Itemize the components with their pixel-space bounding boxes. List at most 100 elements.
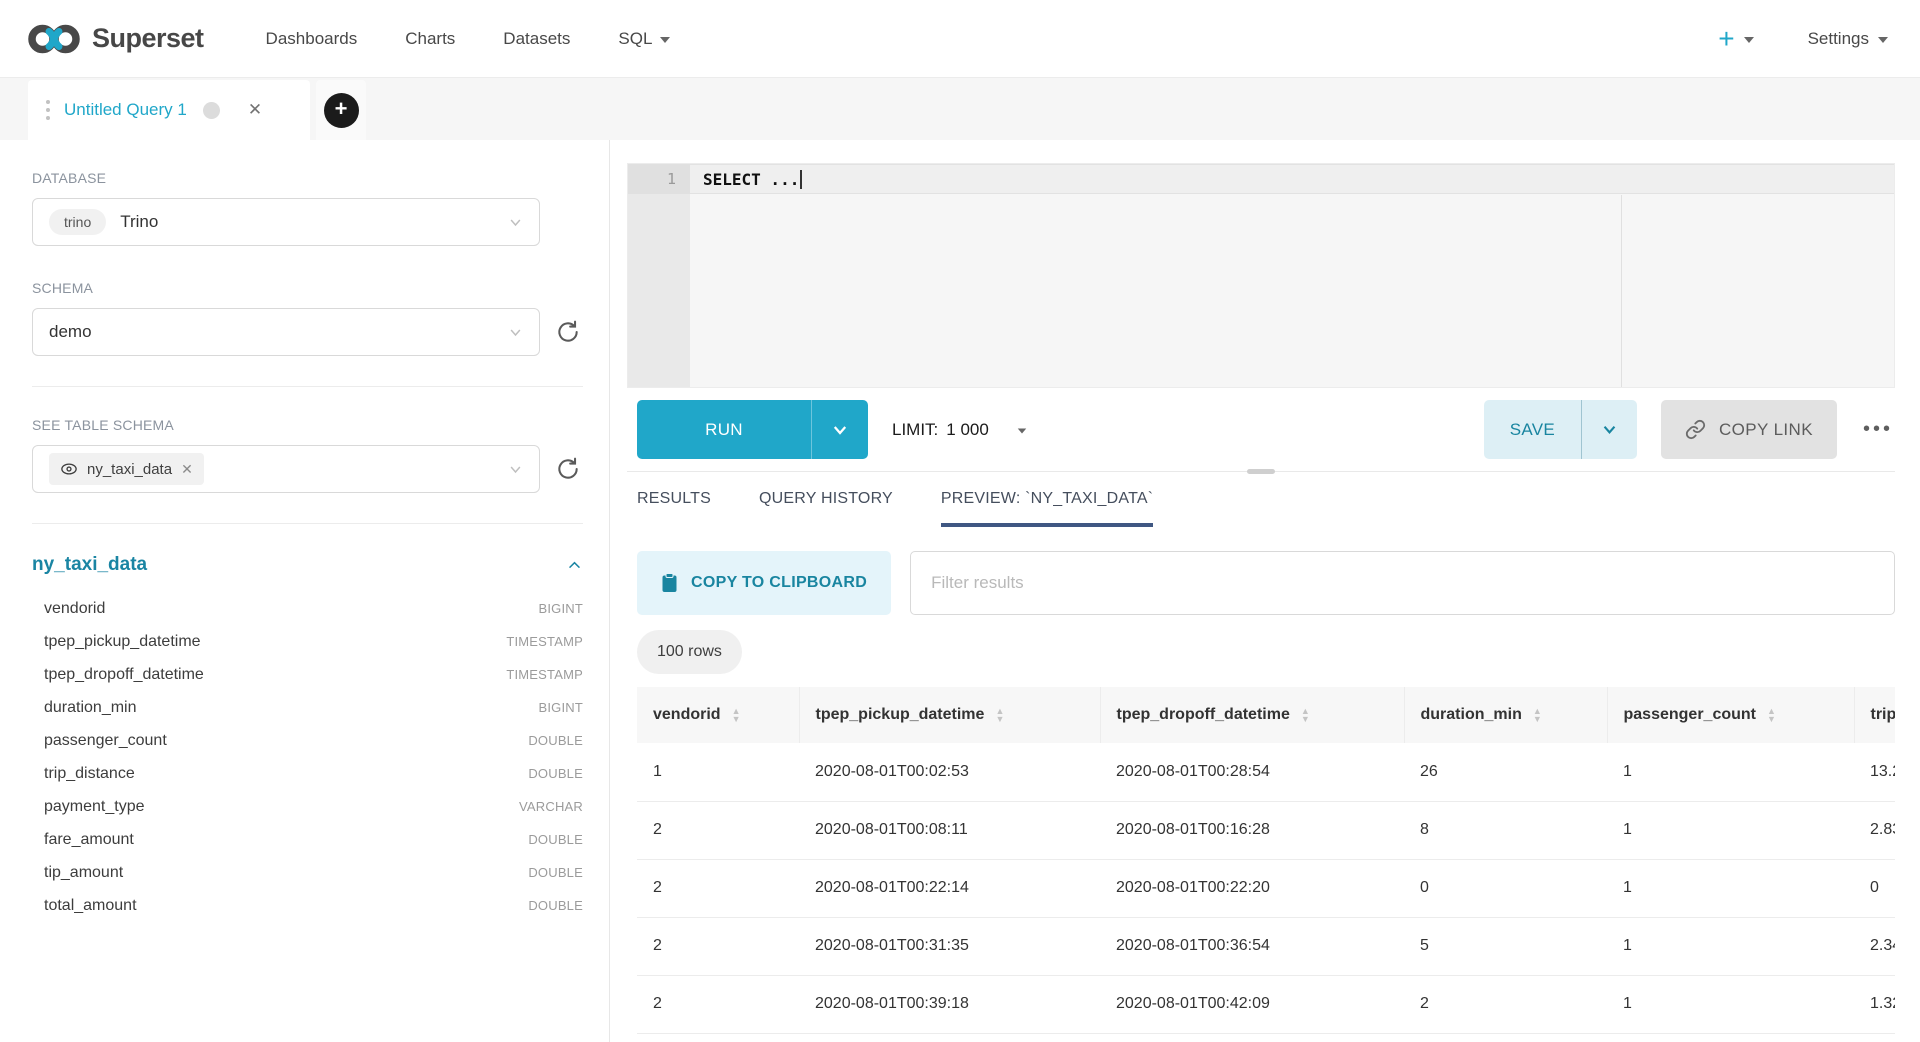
cell-dropoff-datetime: 2020-08-01T00:16:28 [1100,801,1404,859]
column-header[interactable]: tpep_pickup_datetime ▲▼ [799,687,1100,743]
caret-down-icon [1018,428,1027,433]
nav-charts[interactable]: Charts [381,0,479,78]
table-row: 2 2020-08-01T00:31:35 2020-08-01T00:36:5… [637,917,1895,975]
caret-down-icon [1878,37,1888,43]
refresh-schemas-button[interactable] [553,317,583,347]
divider [32,523,583,524]
column-type: VARCHAR [519,799,583,814]
column-type: DOUBLE [528,832,583,847]
editor-toolbar: RUN LIMIT: 1 000 SAVE [627,388,1895,472]
superset-logo[interactable]: Superset [28,22,204,56]
column-header-label: trip_distance [1871,706,1896,724]
new-item-menu[interactable]: + [1718,25,1753,53]
superset-logo-icon [28,22,80,56]
editor-code-area[interactable]: SELECT ... [690,164,1894,387]
preview-table: vendorid ▲▼ tpep_pickup_datetime ▲▼ [637,687,1895,1034]
sql-code-editor[interactable]: 1 SELECT ... [627,163,1895,388]
tab-results[interactable]: RESULTS [637,490,711,527]
cell-trip-distance: 1.32 [1854,975,1895,1033]
close-icon[interactable]: ✕ [248,100,262,120]
column-header-label: tpep_dropoff_datetime [1117,706,1290,724]
query-tab-label: Untitled Query 1 [64,100,187,120]
schema-value: demo [49,322,92,342]
drag-handle-icon[interactable] [46,100,50,120]
unsaved-indicator [203,102,220,119]
tab-preview-ny-taxi-data[interactable]: PREVIEW: `NY_TAXI_DATA` [941,490,1153,527]
cell-duration-min: 26 [1404,743,1607,801]
preview-table-container: vendorid ▲▼ tpep_pickup_datetime ▲▼ [637,687,1895,1034]
schema-column-row: fare_amount DOUBLE [32,823,583,856]
tab-query-history[interactable]: QUERY HISTORY [759,490,893,527]
column-header[interactable]: tpep_dropoff_datetime ▲▼ [1100,687,1404,743]
text-cursor [800,170,802,189]
database-label: DATABASE [32,170,583,186]
column-name: passenger_count [44,732,167,750]
schema-column-list: vendorid BIGINT tpep_pickup_datetime TIM… [32,592,583,922]
schema-column-row: passenger_count DOUBLE [32,724,583,757]
database-engine-tag: trino [49,209,106,235]
cell-passenger-count: 1 [1607,743,1854,801]
sort-icon: ▲▼ [1301,707,1310,723]
caret-down-icon [1744,37,1754,43]
cell-dropoff-datetime: 2020-08-01T00:28:54 [1100,743,1404,801]
copy-to-clipboard-button[interactable]: COPY TO CLIPBOARD [637,551,891,615]
nav-datasets[interactable]: Datasets [479,0,594,78]
column-header-label: duration_min [1421,706,1522,724]
top-navbar: Superset Dashboards Charts Datasets SQL … [0,0,1920,78]
more-options-button[interactable]: ••• [1861,412,1895,447]
pane-resize-handle[interactable] [1247,469,1275,474]
schema-column-row: total_amount DOUBLE [32,889,583,922]
refresh-tables-button[interactable] [553,454,583,484]
column-name: payment_type [44,798,145,816]
chevron-down-icon [508,215,523,230]
eye-icon[interactable] [60,460,78,478]
column-header-label: passenger_count [1624,706,1756,724]
column-name: tpep_pickup_datetime [44,633,201,651]
cell-vendorid: 2 [637,859,799,917]
column-header[interactable]: vendorid ▲▼ [637,687,799,743]
table-schema-select[interactable]: ny_taxi_data ✕ [32,445,540,493]
run-button[interactable]: RUN [637,400,811,459]
column-type: DOUBLE [528,766,583,781]
settings-menu[interactable]: Settings [1808,29,1888,49]
column-header[interactable]: trip_distance ▲▼ [1854,687,1895,743]
schema-select[interactable]: demo [32,308,540,356]
column-type: DOUBLE [528,865,583,880]
save-options-button[interactable] [1581,400,1637,459]
run-options-button[interactable] [811,400,868,459]
save-button-group: SAVE [1484,400,1637,459]
column-header[interactable]: duration_min ▲▼ [1404,687,1607,743]
collapse-chevron-up-icon[interactable] [566,557,583,574]
cell-dropoff-datetime: 2020-08-01T00:42:09 [1100,975,1404,1033]
cell-pickup-datetime: 2020-08-01T00:39:18 [799,975,1100,1033]
table-header-row: vendorid ▲▼ tpep_pickup_datetime ▲▼ [637,687,1895,743]
table-body: 1 2020-08-01T00:02:53 2020-08-01T00:28:5… [637,743,1895,1033]
save-button[interactable]: SAVE [1484,400,1581,459]
column-name: vendorid [44,600,105,618]
chevron-down-icon [508,325,523,340]
limit-dropdown[interactable]: LIMIT: 1 000 [892,420,1027,440]
column-type: DOUBLE [528,733,583,748]
schema-column-row: tpep_pickup_datetime TIMESTAMP [32,625,583,658]
copy-link-button[interactable]: COPY LINK [1661,400,1837,459]
schema-column-row: duration_min BIGINT [32,691,583,724]
nav-dashboards[interactable]: Dashboards [242,0,382,78]
remove-table-icon[interactable]: ✕ [181,461,193,478]
chevron-down-icon [508,462,523,477]
table-row: 2 2020-08-01T00:08:11 2020-08-01T00:16:2… [637,801,1895,859]
cell-trip-distance: 2.34 [1854,917,1895,975]
table-tag: ny_taxi_data ✕ [49,453,204,485]
query-tab-untitled[interactable]: Untitled Query 1 ✕ [28,80,310,140]
copy-to-clipboard-label: COPY TO CLIPBOARD [691,574,867,592]
cell-trip-distance: 13.2 [1854,743,1895,801]
database-select[interactable]: trino Trino [32,198,540,246]
cell-duration-min: 5 [1404,917,1607,975]
filter-results-input[interactable] [910,551,1895,615]
nav-sql[interactable]: SQL [594,0,694,78]
add-query-tab[interactable]: + [316,80,366,140]
sort-icon: ▲▼ [732,707,741,723]
cell-vendorid: 2 [637,917,799,975]
column-header[interactable]: passenger_count ▲▼ [1607,687,1854,743]
database-value: Trino [120,212,158,232]
schema-label: SCHEMA [32,280,583,296]
